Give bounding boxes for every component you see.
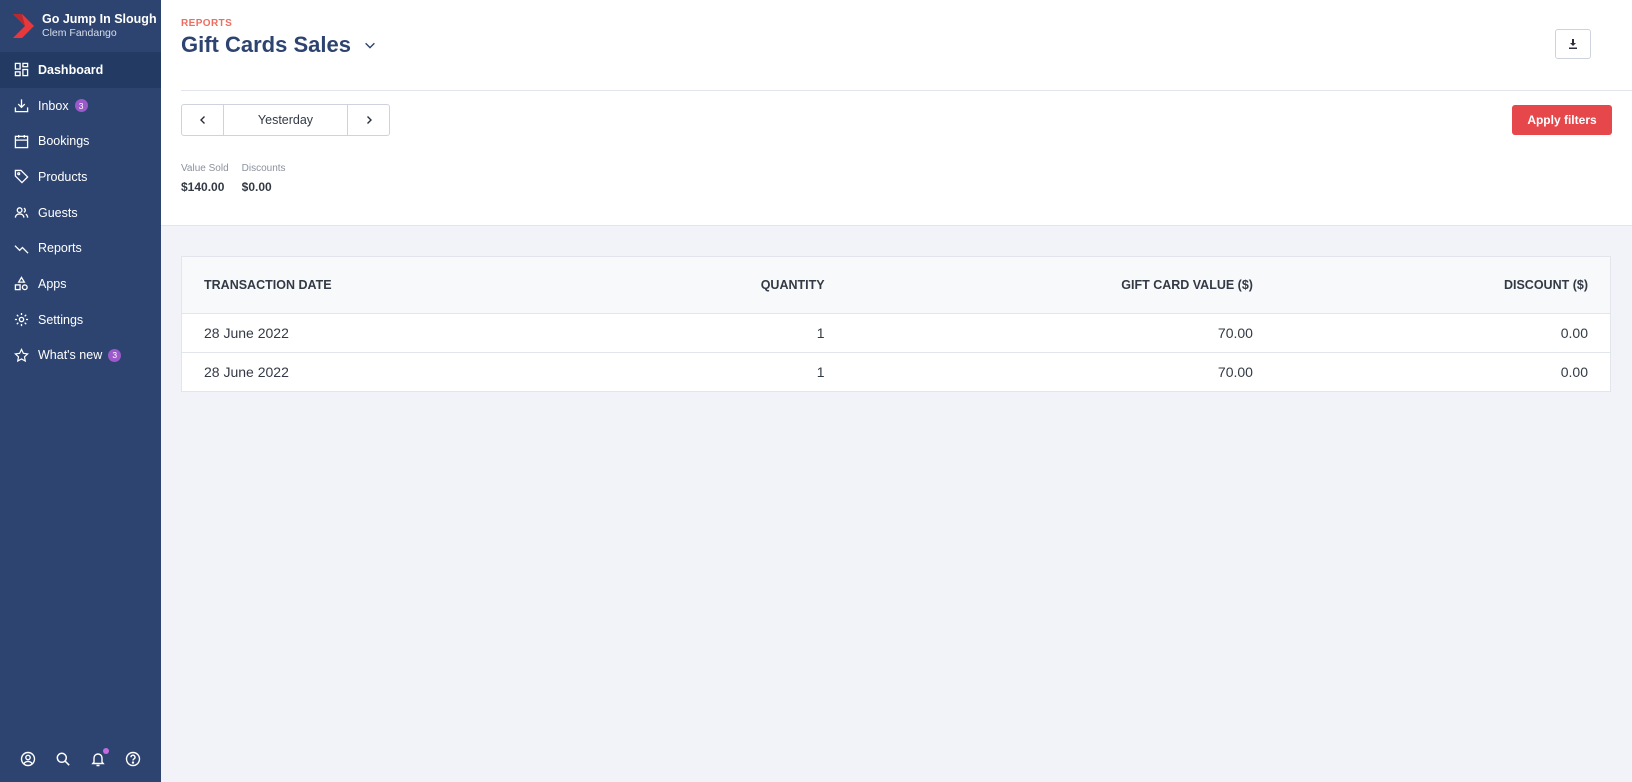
sidebar-nav: Dashboard Inbox 3 Bookings Products Gues… bbox=[0, 52, 161, 373]
help-icon bbox=[126, 751, 141, 767]
page-title: Gift Cards Sales bbox=[181, 32, 351, 57]
gear-icon bbox=[14, 313, 29, 327]
trend-icon bbox=[14, 245, 29, 254]
cell-quantity: 1 bbox=[610, 313, 825, 353]
sidebar-item-settings[interactable]: Settings bbox=[0, 302, 161, 338]
inbox-count-badge: 3 bbox=[74, 99, 88, 113]
users-icon bbox=[14, 207, 29, 218]
metric-value-sold: Value Sold $140.00 bbox=[181, 162, 229, 194]
chevron-right-icon bbox=[366, 116, 372, 124]
sidebar-item-label: Dashboard bbox=[38, 62, 104, 77]
sidebar-item-guests[interactable]: Guests bbox=[0, 195, 161, 231]
sidebar-item-label: Guests bbox=[38, 205, 78, 220]
sidebar-item-reports[interactable]: Reports bbox=[0, 230, 161, 266]
metric-discounts: Discounts $0.00 bbox=[242, 162, 286, 194]
cell-quantity: 1 bbox=[816, 363, 825, 380]
sidebar-item-label: Settings bbox=[38, 312, 84, 327]
column-header-quantity[interactable]: QUANTITY bbox=[610, 257, 825, 314]
sidebar-item-apps[interactable]: Apps bbox=[0, 266, 161, 302]
cell-gift-card-value: 70.00 bbox=[824, 313, 1253, 353]
venue-name: Go Jump In Slough bbox=[42, 12, 157, 26]
sidebar: Go Jump In Slough Clem Fandango Dashboar… bbox=[0, 0, 161, 782]
cell-transaction-date: 28 June 2022 bbox=[182, 313, 611, 353]
sidebar-item-bookings[interactable]: Bookings bbox=[0, 123, 161, 159]
sidebar-item-label: Inbox bbox=[38, 98, 69, 113]
sidebar-item-products[interactable]: Products bbox=[0, 159, 161, 195]
column-header-gift-card-value[interactable]: GIFT CARD VALUE ($) bbox=[824, 257, 1253, 314]
account-icon bbox=[20, 751, 35, 767]
brand-logo-icon bbox=[13, 14, 34, 38]
breadcrumb[interactable]: REPORTS bbox=[181, 18, 232, 29]
sidebar-item-label: Reports bbox=[38, 241, 82, 256]
metric-label: Discounts bbox=[241, 163, 286, 174]
cell-transaction-date: 28 June 2022 bbox=[204, 363, 289, 380]
help-button[interactable] bbox=[125, 751, 141, 767]
metric-value: $0.00 bbox=[241, 180, 272, 194]
previous-date-button[interactable] bbox=[182, 105, 223, 135]
sidebar-item-label: What's new bbox=[38, 348, 103, 363]
column-header-transaction-date[interactable]: TRANSACTION DATE bbox=[182, 257, 611, 314]
apply-filters-button[interactable]: Apply filters bbox=[1512, 105, 1612, 135]
table-row[interactable]: 28 June 2022 1 70.00 0.00 bbox=[182, 313, 1610, 353]
dashboard-icon bbox=[14, 63, 29, 77]
cell-discount: 0.00 bbox=[1560, 363, 1588, 380]
whats-new-count-badge: 3 bbox=[108, 348, 122, 362]
header-divider bbox=[181, 90, 1632, 91]
report-summary: Value Sold $140.00 Discounts $0.00 bbox=[181, 162, 299, 194]
sidebar-footer bbox=[0, 736, 161, 782]
tag-icon bbox=[14, 170, 29, 184]
sidebar-item-inbox[interactable]: Inbox 3 bbox=[0, 88, 161, 124]
inbox-icon bbox=[14, 99, 29, 113]
cell-discount: 0.00 bbox=[1252, 313, 1610, 353]
chevron-down-icon[interactable] bbox=[363, 38, 377, 52]
user-name: Clem Fandango bbox=[42, 27, 117, 39]
sidebar-item-label: Bookings bbox=[38, 134, 90, 149]
sidebar-item-dashboard[interactable]: Dashboard bbox=[0, 52, 161, 88]
report-title-row: Gift Cards Sales bbox=[181, 32, 377, 58]
notifications-button[interactable] bbox=[90, 748, 110, 767]
star-icon bbox=[14, 347, 29, 363]
notification-dot bbox=[103, 748, 110, 754]
search-button[interactable] bbox=[55, 751, 71, 767]
date-range-picker: Yesterday bbox=[181, 104, 390, 136]
table-header-row: TRANSACTION DATE QUANTITY GIFT CARD VALU… bbox=[182, 257, 1610, 314]
download-button[interactable] bbox=[1555, 29, 1591, 59]
sidebar-item-label: Products bbox=[38, 169, 88, 184]
transactions-table: TRANSACTION DATE QUANTITY GIFT CARD VALU… bbox=[181, 256, 1611, 392]
date-range-label[interactable]: Yesterday bbox=[223, 105, 348, 135]
account-button[interactable] bbox=[20, 751, 36, 767]
search-icon bbox=[56, 752, 70, 766]
brand[interactable]: Go Jump In Slough Clem Fandango bbox=[0, 0, 161, 52]
table-row[interactable]: 28 June 2022 1 70.00 0.00 bbox=[182, 352, 1610, 391]
apps-icon bbox=[14, 276, 28, 291]
metric-label: Value Sold bbox=[181, 163, 229, 174]
metric-value: $140.00 bbox=[181, 180, 225, 194]
download-icon bbox=[1569, 39, 1577, 49]
report-header: REPORTS Gift Cards Sales Yesterday Apply… bbox=[161, 0, 1632, 226]
calendar-icon bbox=[14, 134, 29, 148]
cell-gift-card-value: 70.00 bbox=[1217, 363, 1253, 380]
next-date-button[interactable] bbox=[348, 105, 389, 135]
chevron-left-icon bbox=[199, 116, 205, 124]
sidebar-item-whats-new[interactable]: What's new 3 bbox=[0, 338, 161, 374]
column-header-discount[interactable]: DISCOUNT ($) bbox=[1252, 257, 1610, 314]
sidebar-item-label: Apps bbox=[38, 276, 67, 291]
